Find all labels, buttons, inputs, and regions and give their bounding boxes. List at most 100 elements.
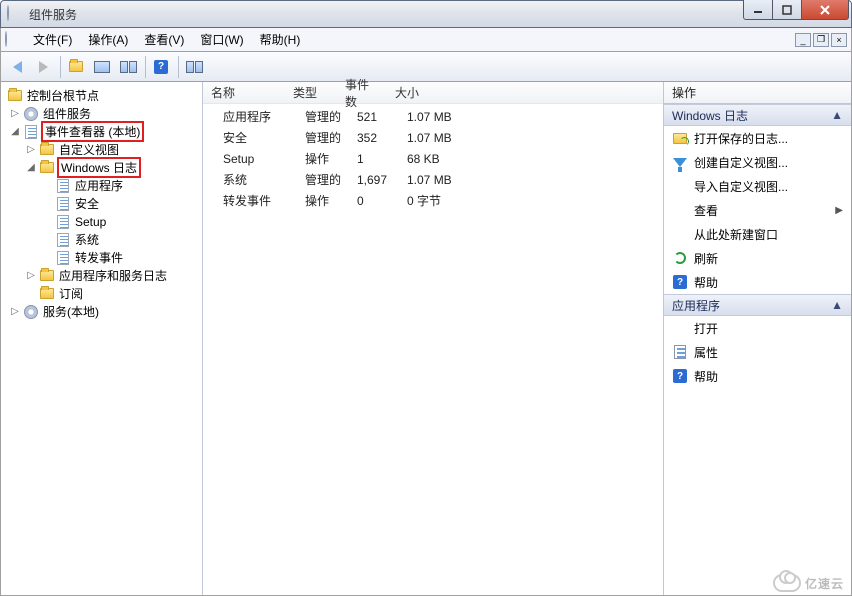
folder-icon [39, 142, 55, 158]
forward-button[interactable] [31, 55, 55, 79]
tree-label: 系统 [73, 231, 101, 248]
list-row[interactable]: 应用程序 管理的 521 1.07 MB [203, 106, 663, 127]
action-open-saved-log[interactable]: 打开保存的日志... [664, 126, 851, 150]
actions-title: 操作 [664, 82, 851, 104]
event-viewer-icon [23, 124, 39, 140]
app-icon [7, 6, 23, 22]
tree-system-log[interactable]: 系统 [3, 230, 200, 248]
tree-services-local[interactable]: ▷ 服务(本地) [3, 302, 200, 320]
section-label: 应用程序 [672, 297, 720, 314]
menu-action[interactable]: 操作(A) [80, 29, 136, 50]
tree-root[interactable]: 控制台根节点 [3, 86, 200, 104]
log-icon [55, 232, 71, 248]
col-type[interactable]: 类型 [285, 84, 337, 101]
collapse-icon[interactable]: ◢ [9, 126, 21, 137]
help-button[interactable]: ? [149, 55, 173, 79]
tree-label: Windows 日志 [57, 157, 141, 178]
chevron-up-icon: ▲ [831, 298, 843, 312]
minimize-button[interactable] [743, 0, 773, 20]
cell-name: Setup [215, 152, 297, 166]
log-icon [55, 178, 71, 194]
cell-size: 1.07 MB [399, 173, 479, 187]
actions-section-windows-logs[interactable]: Windows 日志 ▲ [664, 104, 851, 126]
maximize-button[interactable] [772, 0, 802, 20]
action-new-window[interactable]: 从此处新建窗口 [664, 222, 851, 246]
cell-type: 管理的 [297, 108, 349, 125]
watermark-text: 亿速云 [805, 575, 844, 592]
action-help[interactable]: ? 帮助 [664, 270, 851, 294]
tree-setup-log[interactable]: Setup [3, 212, 200, 230]
watermark: 亿速云 [773, 574, 844, 592]
help-icon: ? [672, 274, 688, 290]
back-button[interactable] [5, 55, 29, 79]
menu-view[interactable]: 查看(V) [136, 29, 192, 50]
log-icon [55, 196, 71, 212]
list-row[interactable]: 转发事件 操作 0 0 字节 [203, 190, 663, 211]
tree-app-service-logs[interactable]: ▷ 应用程序和服务日志 [3, 266, 200, 284]
action-refresh[interactable]: 刷新 [664, 246, 851, 270]
action-properties[interactable]: 属性 [664, 340, 851, 364]
menu-window[interactable]: 窗口(W) [192, 29, 251, 50]
action-import-custom-view[interactable]: 导入自定义视图... [664, 174, 851, 198]
tree-label: 转发事件 [73, 249, 125, 266]
folder-icon [39, 160, 55, 176]
window-title: 组件服务 [29, 6, 744, 23]
expand-icon[interactable]: ▷ [9, 306, 21, 317]
tree-event-viewer[interactable]: ◢ 事件查看器 (本地) [3, 122, 200, 140]
expand-icon[interactable]: ▷ [9, 108, 21, 119]
action-open[interactable]: 打开 [664, 316, 851, 340]
list-row[interactable]: 安全 管理的 352 1.07 MB [203, 127, 663, 148]
action-view[interactable]: 查看 ▶ [664, 198, 851, 222]
list-panel: 名称 类型 事件数 大小 应用程序 管理的 521 1.07 MB 安全 管理的… [203, 82, 664, 595]
tree-app-log[interactable]: 应用程序 [3, 176, 200, 194]
section-label: Windows 日志 [672, 107, 748, 124]
cell-type: 操作 [297, 192, 349, 209]
menu-help[interactable]: 帮助(H) [252, 29, 309, 50]
cell-size: 0 字节 [399, 192, 479, 209]
tree-comp-services[interactable]: ▷ 组件服务 [3, 104, 200, 122]
action-label: 帮助 [694, 368, 718, 385]
tree-windows-logs[interactable]: ◢ Windows 日志 [3, 158, 200, 176]
show-panes-button[interactable] [116, 55, 140, 79]
refresh-icon [672, 250, 688, 266]
tree-custom-views[interactable]: ▷ 自定义视图 [3, 140, 200, 158]
app-small-icon [5, 32, 21, 48]
list-row[interactable]: 系统 管理的 1,697 1.07 MB [203, 169, 663, 190]
menu-file[interactable]: 文件(F) [25, 29, 80, 50]
action-create-custom-view[interactable]: 创建自定义视图... [664, 150, 851, 174]
list-header: 名称 类型 事件数 大小 [203, 82, 663, 104]
tree-label: 事件查看器 (本地) [41, 121, 144, 142]
up-button[interactable] [64, 55, 88, 79]
import-icon [672, 178, 688, 194]
gear-icon [23, 304, 39, 320]
cloud-icon [773, 574, 801, 592]
expand-icon[interactable]: ▷ [25, 144, 37, 155]
close-button[interactable] [801, 0, 849, 20]
tree-security-log[interactable]: 安全 [3, 194, 200, 212]
help-icon: ? [672, 368, 688, 384]
open-icon [672, 130, 688, 146]
cell-name: 系统 [215, 171, 297, 188]
actions-panel: 操作 Windows 日志 ▲ 打开保存的日志... 创建自定义视图... 导入… [664, 82, 851, 595]
mdi-close-button[interactable]: × [831, 33, 847, 47]
tree-subscriptions[interactable]: 订阅 [3, 284, 200, 302]
tree-forwarded-log[interactable]: 转发事件 [3, 248, 200, 266]
actions-section-application[interactable]: 应用程序 ▲ [664, 294, 851, 316]
mdi-restore-button[interactable]: ❐ [813, 33, 829, 47]
action-label: 打开 [694, 320, 718, 337]
cell-count: 0 [349, 194, 399, 208]
log-icon [55, 214, 71, 230]
show-tree-button[interactable] [90, 55, 114, 79]
expand-icon[interactable]: ▷ [25, 270, 37, 281]
col-size[interactable]: 大小 [387, 84, 467, 101]
action-pane-button[interactable] [182, 55, 206, 79]
cell-size: 1.07 MB [399, 131, 479, 145]
action-help-2[interactable]: ? 帮助 [664, 364, 851, 388]
list-row[interactable]: Setup 操作 1 68 KB [203, 148, 663, 169]
mdi-minimize-button[interactable]: _ [795, 33, 811, 47]
list-body: 应用程序 管理的 521 1.07 MB 安全 管理的 352 1.07 MB … [203, 104, 663, 211]
collapse-icon[interactable]: ◢ [25, 162, 37, 173]
tree-panel[interactable]: 控制台根节点 ▷ 组件服务 ◢ 事件查看器 (本地) ▷ 自定义视图 ◢ Win… [1, 82, 203, 595]
mdi-buttons: _ ❐ × [795, 33, 847, 47]
col-name[interactable]: 名称 [203, 84, 285, 101]
